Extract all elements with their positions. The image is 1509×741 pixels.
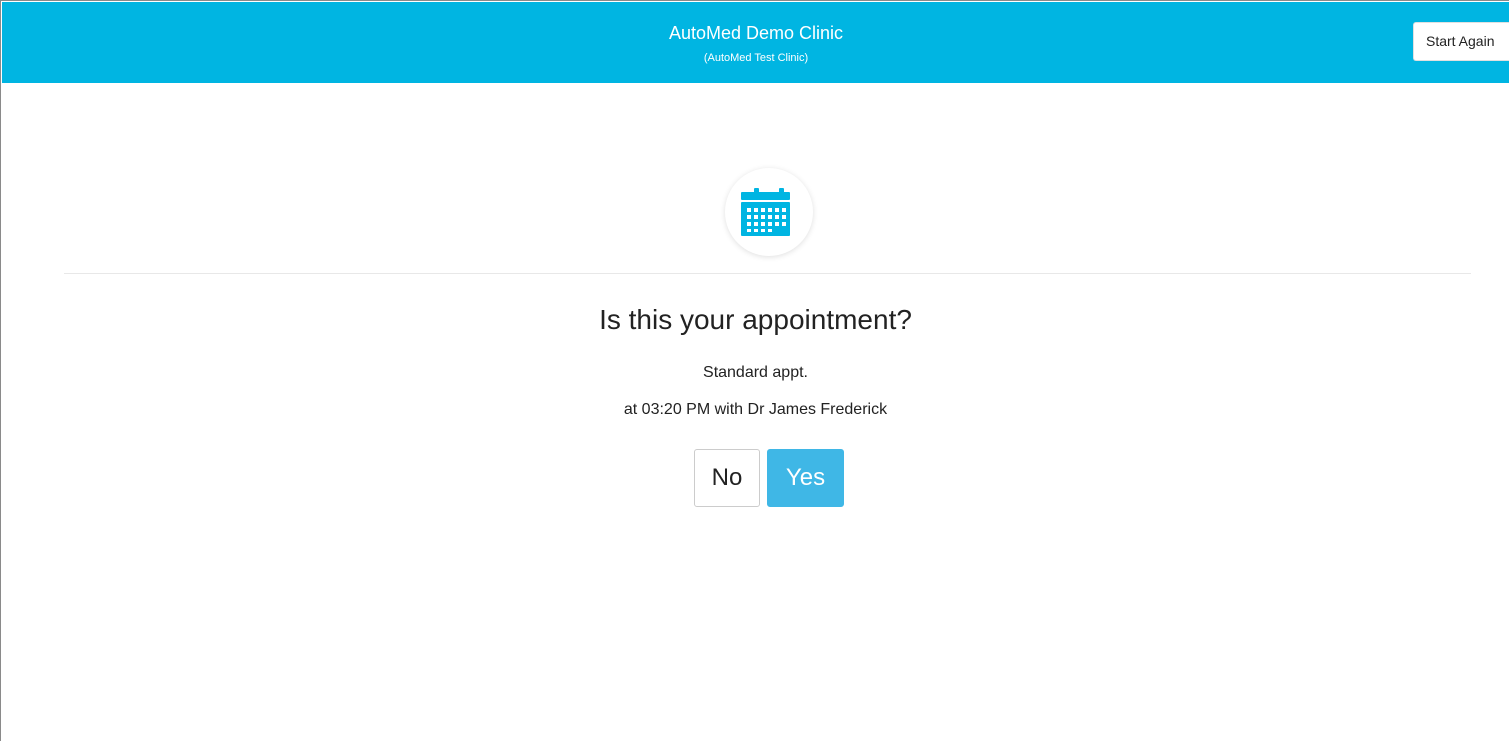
calendar-icon-badge xyxy=(725,168,813,256)
yes-button[interactable]: Yes xyxy=(767,449,844,507)
no-button[interactable]: No xyxy=(694,449,760,507)
clinic-subtitle: (AutoMed Test Clinic) xyxy=(703,52,809,64)
confirmation-question: Is this your appointment? xyxy=(599,304,912,335)
appointment-type: Standard appt. xyxy=(703,364,808,381)
start-again-button[interactable]: Start Again xyxy=(1413,22,1509,61)
appointment-detail: at 03:20 PM with Dr James Frederick xyxy=(623,401,888,418)
calendar-icon xyxy=(741,188,790,236)
app-frame: AutoMed Demo Clinic (AutoMed Test Clinic… xyxy=(0,0,1509,741)
section-divider xyxy=(64,273,1471,274)
clinic-name: AutoMed Demo Clinic xyxy=(668,23,844,43)
clinic-header: AutoMed Demo Clinic (AutoMed Test Clinic… xyxy=(2,2,1509,83)
